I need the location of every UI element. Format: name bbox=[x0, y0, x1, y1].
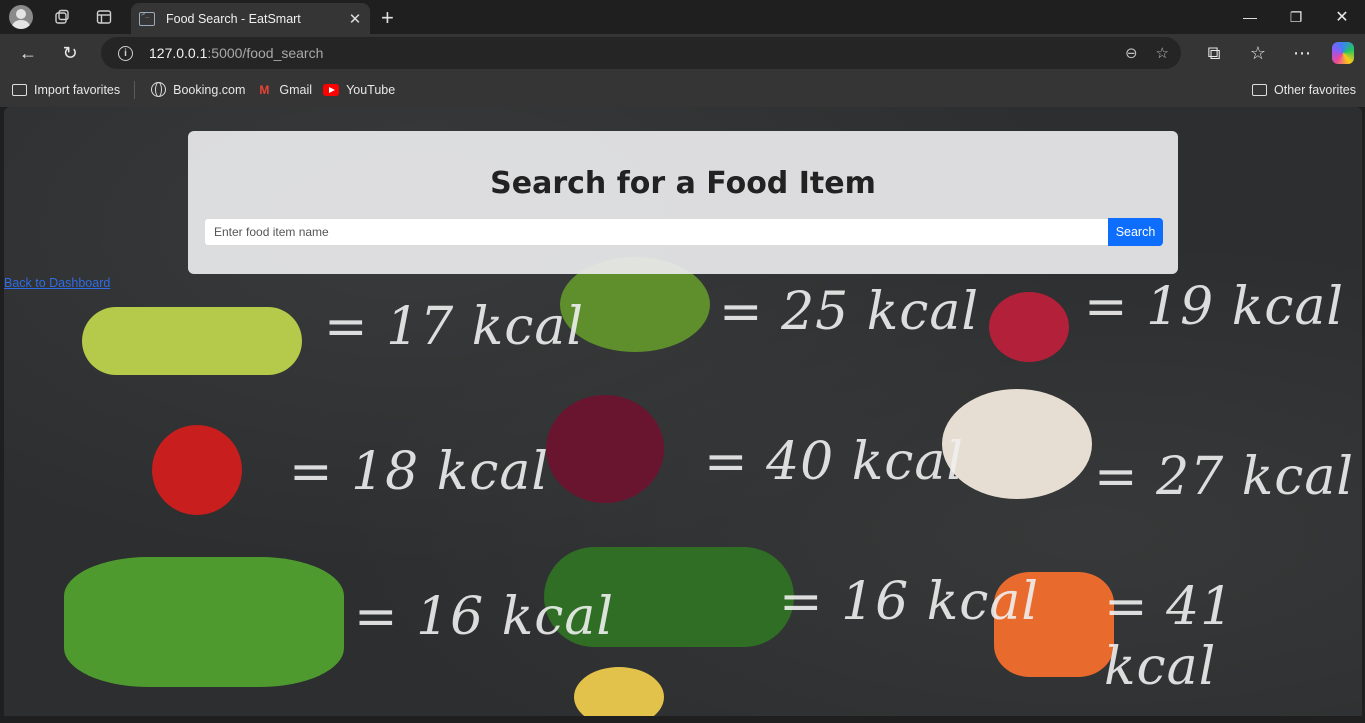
zucchini-image bbox=[82, 307, 302, 375]
back-arrow-icon[interactable]: ← bbox=[12, 37, 44, 69]
address-bar[interactable]: i 127.0.0.1:5000/food_search ⊖ ☆ bbox=[101, 37, 1181, 69]
bookmark-label: Gmail bbox=[279, 82, 313, 97]
search-button[interactable]: Search bbox=[1108, 218, 1163, 246]
minimize-icon[interactable]: — bbox=[1227, 0, 1273, 34]
tab-strip: Food Search - EatSmart ✕ + — ❐ ✕ bbox=[0, 0, 1365, 34]
refresh-icon[interactable]: ↻ bbox=[54, 37, 86, 69]
site-info-icon[interactable]: i bbox=[118, 45, 133, 61]
bookmark-booking[interactable]: Booking.com bbox=[150, 82, 246, 97]
search-form: Search bbox=[204, 218, 1163, 246]
workspaces-icon[interactable] bbox=[49, 4, 75, 30]
bookmark-label: YouTube bbox=[346, 82, 396, 97]
url-path: :5000/food_search bbox=[207, 45, 324, 61]
tomatoes-image bbox=[152, 425, 242, 515]
new-tab-icon[interactable]: + bbox=[381, 5, 394, 31]
bookmark-youtube[interactable]: YouTube bbox=[323, 83, 395, 97]
extensions-icon[interactable]: ⧉ bbox=[1192, 37, 1236, 69]
youtube-icon bbox=[323, 83, 340, 97]
gmail-icon: M bbox=[259, 82, 270, 97]
zoom-out-icon[interactable]: ⊖ bbox=[1125, 44, 1138, 62]
copilot-icon[interactable] bbox=[1332, 42, 1354, 64]
restore-icon[interactable]: ❐ bbox=[1273, 0, 1319, 34]
close-tab-icon[interactable]: ✕ bbox=[344, 10, 366, 28]
tab-title: Food Search - EatSmart bbox=[166, 11, 301, 26]
vertical-tabs-icon[interactable] bbox=[91, 4, 117, 30]
bookmark-other-favorites[interactable]: Other favorites bbox=[1251, 83, 1356, 97]
potato-image bbox=[574, 667, 664, 716]
favorites-icon[interactable]: ☆ bbox=[1236, 37, 1280, 69]
import-icon bbox=[11, 83, 27, 97]
bookmark-import-favorites[interactable]: Import favorites bbox=[11, 83, 120, 97]
profile-avatar-icon[interactable] bbox=[9, 5, 33, 29]
url-host: 127.0.0.1 bbox=[149, 45, 208, 61]
radish-image bbox=[989, 292, 1069, 362]
search-input[interactable] bbox=[204, 218, 1108, 246]
chalk-text: = 16 kcal bbox=[779, 572, 1040, 632]
favorite-star-icon[interactable]: ☆ bbox=[1156, 44, 1169, 62]
chalk-text: = 19 kcal bbox=[1084, 277, 1345, 337]
chalk-text: = 18 kcal bbox=[289, 442, 550, 502]
close-window-icon[interactable]: ✕ bbox=[1319, 0, 1365, 34]
chalk-text: = 41 kcal bbox=[1104, 577, 1235, 697]
back-to-dashboard-link[interactable]: Back to Dashboard bbox=[4, 276, 110, 290]
page-viewport: = 17 kcal = 25 kcal = 19 kcal = 18 kcal … bbox=[4, 107, 1362, 716]
bookmarks-bar: Import favorites Booking.com M Gmail You… bbox=[0, 72, 1365, 107]
chalk-text: = 16 kcal bbox=[354, 587, 615, 647]
chalk-text: = 27 kcal bbox=[1094, 447, 1355, 507]
search-card: Search for a Food Item Search bbox=[188, 131, 1178, 274]
more-menu-icon[interactable]: ⋯ bbox=[1280, 37, 1324, 69]
bookmark-label: Import favorites bbox=[34, 82, 121, 97]
chalk-text: = 17 kcal bbox=[324, 297, 585, 357]
terminal-favicon-icon bbox=[139, 10, 155, 26]
bookmark-separator bbox=[134, 80, 136, 99]
chalk-text: = 25 kcal bbox=[719, 282, 980, 342]
chalk-text: = 40 kcal bbox=[704, 432, 965, 492]
active-tab[interactable]: Food Search - EatSmart ✕ bbox=[131, 3, 370, 34]
bookmark-label: Booking.com bbox=[173, 82, 246, 97]
celery-image bbox=[64, 557, 344, 687]
globe-icon bbox=[150, 82, 166, 97]
mushroom-image bbox=[942, 389, 1092, 499]
page-title: Search for a Food Item bbox=[490, 166, 876, 201]
navigation-bar: ← ↻ i 127.0.0.1:5000/food_search ⊖ ☆ ⧉ ☆… bbox=[0, 34, 1365, 72]
onion-image bbox=[546, 395, 664, 503]
bookmark-label: Other favorites bbox=[1274, 82, 1356, 97]
bookmark-gmail[interactable]: M Gmail bbox=[256, 83, 312, 97]
folder-icon bbox=[1251, 83, 1267, 97]
